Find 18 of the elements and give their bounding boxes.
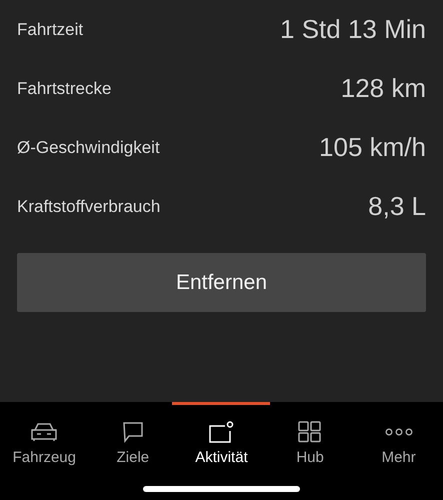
stat-value: 128 km: [340, 73, 426, 104]
car-icon: [29, 421, 60, 443]
tab[interactable]: Fahrzeug: [0, 402, 89, 472]
stat-value: 8,3 L: [368, 191, 426, 222]
speech-bubble-icon: [122, 421, 144, 443]
activity-icon: [208, 421, 234, 443]
stat-label: Fahrtstrecke: [17, 78, 112, 98]
stat-value: 1 Std 13 Min: [280, 14, 426, 45]
stat-value: 105 km/h: [319, 132, 426, 163]
stat-label: Ø-Geschwindigkeit: [17, 138, 160, 158]
stat-label: Fahrtzeit: [17, 20, 84, 40]
tab[interactable]: Ziele: [88, 402, 178, 472]
tab[interactable]: Hub: [266, 402, 354, 472]
tab[interactable]: Mehr: [354, 402, 443, 472]
grid-icon: [298, 421, 322, 443]
remove-button[interactable]: Entfernen: [17, 253, 426, 312]
stat-label: Kraftstoffverbrauch: [17, 196, 160, 216]
tab[interactable]: Aktivität: [177, 402, 266, 472]
